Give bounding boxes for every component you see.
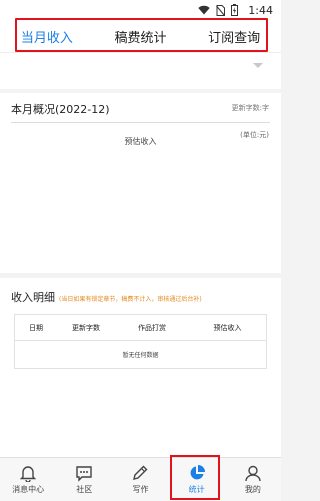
status-icons xyxy=(198,4,239,16)
detail-title: 收入明细 xyxy=(11,291,55,304)
column-tips: 作品打赏 xyxy=(138,323,166,332)
column-estimated-income: 预估收入 xyxy=(213,323,242,332)
estimated-income-label: 预估收入 xyxy=(124,137,157,146)
bottom-nav: 消息中心 社区 写作 统计 我的 xyxy=(0,457,281,501)
top-tabs: 当月收入 稿费统计 订阅查询 xyxy=(0,20,281,54)
nav-label: 写作 xyxy=(132,485,149,494)
nav-profile[interactable]: 我的 xyxy=(225,464,281,495)
battery-icon xyxy=(231,4,239,16)
column-date: 日期 xyxy=(29,323,43,332)
table-header: 日期 更新字数 作品打赏 预估收入 xyxy=(15,315,266,341)
tab-royalty-stats[interactable]: 稿费统计 xyxy=(110,27,170,46)
detail-header: 收入明细 (当日如果有锁定章节，稿费不计入，审核通过后台补) xyxy=(11,289,202,305)
bell-icon xyxy=(19,466,37,482)
overview-title: 本月概况(2022-12) xyxy=(11,103,110,116)
detail-note: (当日如果有锁定章节，稿费不计入，审核通过后台补) xyxy=(59,296,202,303)
dropdown-arrow-icon[interactable] xyxy=(253,63,263,68)
filter-bar xyxy=(0,52,281,89)
nav-statistics[interactable]: 统计 xyxy=(169,464,225,495)
nav-community[interactable]: 社区 xyxy=(56,464,112,495)
tab-monthly-income[interactable]: 当月收入 xyxy=(17,27,77,54)
pie-chart-icon xyxy=(190,465,205,480)
status-time: 1:44 xyxy=(248,3,273,17)
tab-subscription-query[interactable]: 订阅查询 xyxy=(204,27,264,46)
divider xyxy=(11,122,270,123)
nav-label: 我的 xyxy=(244,485,261,494)
no-sim-icon xyxy=(216,4,226,16)
income-detail-section: 收入明细 (当日如果有锁定章节，稿费不计入，审核通过后台补) 日期 更新字数 作… xyxy=(0,278,281,458)
monthly-overview-card: 本月概况(2022-12) 更新字数:字 (单位:元) 预估收入 xyxy=(0,93,281,273)
nav-message-center[interactable]: 消息中心 xyxy=(0,464,56,495)
word-count-label: 更新字数:字 xyxy=(231,104,269,112)
income-table: 日期 更新字数 作品打赏 预估收入 暂无任何数据 xyxy=(14,314,267,369)
nav-writing[interactable]: 写作 xyxy=(112,464,168,495)
column-word-count: 更新字数 xyxy=(72,323,100,332)
nav-label: 消息中心 xyxy=(12,485,45,494)
nav-label: 社区 xyxy=(76,485,93,494)
chat-icon xyxy=(76,466,92,482)
wifi-icon xyxy=(198,5,210,15)
empty-state-text: 暂无任何数据 xyxy=(122,352,159,359)
user-icon xyxy=(245,465,261,482)
nav-label: 统计 xyxy=(188,485,205,494)
status-bar: 1:44 xyxy=(0,0,281,20)
pen-icon xyxy=(133,465,148,480)
